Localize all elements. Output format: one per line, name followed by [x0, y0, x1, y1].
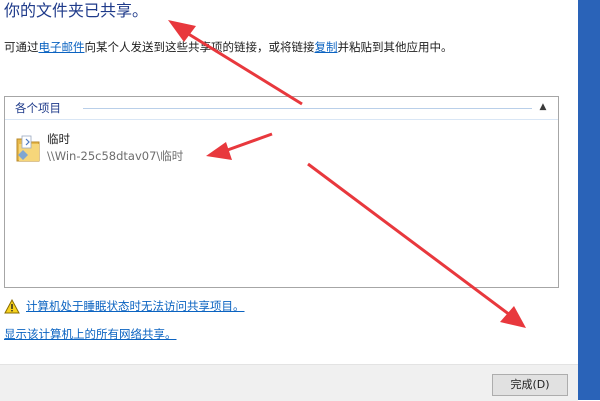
copy-link[interactable]: 复制 [315, 40, 338, 54]
dialog-footer: 完成(D) [0, 364, 578, 401]
list-item[interactable]: 临时 \\Win-25c58dtav07\临时 [15, 131, 275, 171]
group-divider [83, 108, 532, 109]
shared-items-list: 各个项目 ▲ 临时 \\Win-25c58dtav07\临时 [4, 96, 559, 288]
intro-text: 可通过电子邮件向某个人发送到这些共享项的链接，或将链接复制并粘贴到其他应用中。 [4, 38, 453, 56]
sharing-dialog: 你的文件夹已共享。 可通过电子邮件向某个人发送到这些共享项的链接，或将链接复制并… [0, 0, 578, 401]
warning-icon [4, 299, 20, 314]
intro-text-before: 可通过 [4, 40, 39, 54]
item-path: \\Win-25c58dtav07\临时 [47, 149, 184, 163]
desktop-background-strip [578, 0, 600, 400]
item-name: 临时 [47, 132, 70, 146]
intro-text-middle: 向某个人发送到这些共享项的链接，或将链接 [84, 40, 315, 54]
folder-icon [16, 135, 40, 162]
email-link[interactable]: 电子邮件 [39, 40, 85, 54]
chevron-up-icon[interactable]: ▲ [536, 100, 550, 114]
finish-button[interactable]: 完成(D) [492, 374, 568, 396]
dialog-heading: 你的文件夹已共享。 [4, 1, 149, 20]
show-all-shares-link[interactable]: 显示该计算机上的所有网络共享。 [4, 326, 177, 342]
intro-text-after: 并粘贴到其他应用中。 [337, 40, 453, 54]
group-label: 各个项目 [15, 101, 61, 115]
group-header[interactable]: 各个项目 ▲ [5, 97, 558, 120]
sleep-warning-link[interactable]: 计算机处于睡眠状态时无法访问共享项目。 [26, 298, 245, 314]
